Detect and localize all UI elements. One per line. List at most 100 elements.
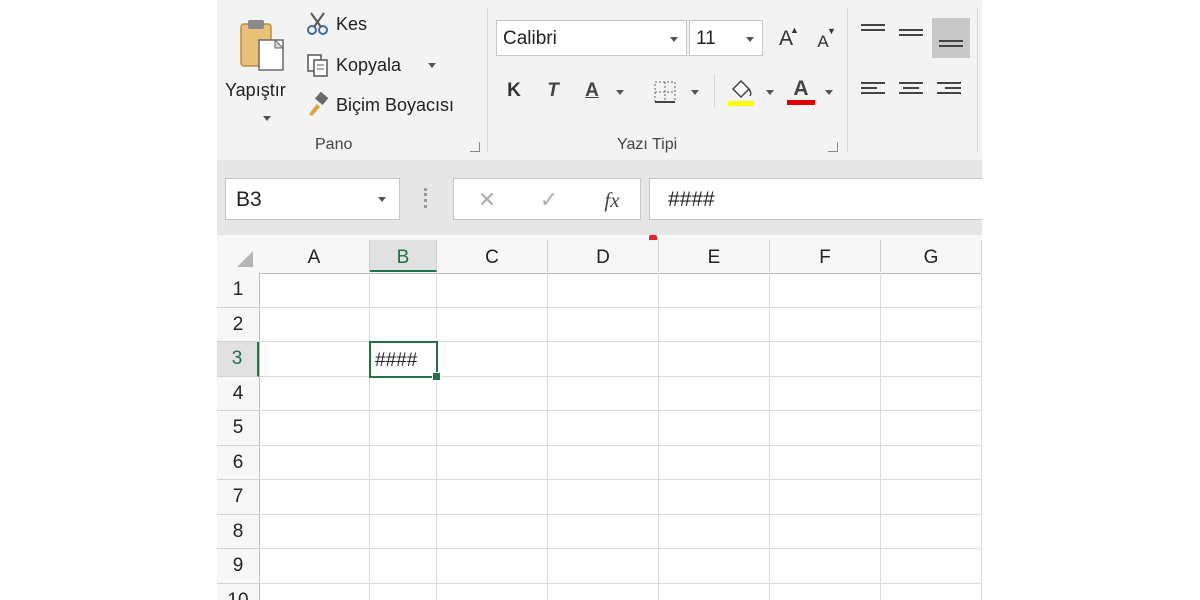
font-group-label: Yazı Tipi — [617, 136, 678, 153]
column-header-c[interactable]: C — [437, 240, 548, 272]
format-painter-button[interactable]: Biçim Boyacısı — [305, 90, 475, 120]
formula-input[interactable]: #### — [649, 178, 982, 220]
formula-input-value: #### — [668, 188, 715, 211]
gridline-horizontal — [259, 479, 982, 480]
clipboard-group-label: Pano — [315, 136, 353, 153]
formula-bar-grip-icon — [424, 188, 430, 208]
insert-function-label: fx — [604, 187, 620, 212]
italic-button[interactable]: T — [539, 76, 567, 106]
bold-button[interactable]: K — [500, 76, 528, 106]
row-header-1[interactable]: 1 — [217, 273, 259, 308]
copy-dropdown-icon[interactable] — [428, 63, 436, 68]
align-top-button[interactable] — [861, 18, 889, 48]
font-family-value: Calibri — [503, 28, 557, 49]
row-header-5[interactable]: 5 — [217, 411, 259, 446]
format-painter-icon — [309, 92, 329, 116]
underline-dropdown-icon[interactable] — [616, 90, 624, 95]
font-color-label: A — [793, 77, 809, 100]
row-header-6[interactable]: 6 — [217, 445, 259, 480]
column-header-e[interactable]: E — [659, 240, 770, 272]
selected-cell-value: #### — [375, 350, 418, 371]
row-header-7[interactable]: 7 — [217, 480, 259, 515]
fill-color-dropdown-icon[interactable] — [766, 90, 774, 95]
underline-button[interactable]: A — [577, 76, 607, 106]
insert-function-button[interactable]: fx — [594, 185, 630, 215]
column-header-b[interactable]: B — [370, 240, 437, 272]
gridline-horizontal — [259, 341, 982, 342]
gridline-vertical — [658, 273, 659, 600]
scissors-icon — [307, 12, 328, 35]
worksheet-grid: A B C D E F G 1 2 3 4 5 6 7 8 9 10 #### — [217, 235, 982, 600]
ribbon-divider-2 — [847, 8, 848, 152]
name-box-dropdown-icon[interactable] — [378, 197, 386, 202]
paste-icon — [240, 20, 285, 71]
gridline-horizontal — [259, 410, 982, 411]
gridline-horizontal — [259, 548, 982, 549]
select-all-button[interactable] — [217, 240, 260, 272]
font-dialog-launcher-icon[interactable] — [828, 142, 838, 152]
row-header-2[interactable]: 2 — [217, 307, 259, 342]
bold-label: K — [507, 80, 521, 101]
paste-label: Yapıştır — [225, 80, 286, 100]
gridline-vertical — [436, 273, 437, 600]
copy-button[interactable]: Kopyala — [305, 50, 445, 80]
formula-bar-area: B3 ✕ ✓ fx #### — [217, 160, 982, 235]
gridline-horizontal — [259, 513, 982, 515]
gridline-horizontal — [259, 444, 982, 446]
ribbon-divider — [487, 8, 488, 152]
gridline-vertical — [981, 273, 982, 600]
align-bottom-button[interactable] — [932, 18, 970, 58]
row-header-9[interactable]: 9 — [217, 549, 259, 584]
align-left-button[interactable] — [861, 78, 889, 108]
font-size-value: 11 — [696, 28, 716, 49]
cut-button[interactable]: Kes — [305, 10, 375, 40]
row-header-8[interactable]: 8 — [217, 514, 259, 549]
grow-font-caret-icon: ▲ — [790, 25, 799, 35]
row-header-3[interactable]: 3 — [217, 342, 259, 377]
ribbon-divider-3 — [977, 8, 978, 152]
name-box[interactable]: B3 — [225, 178, 400, 220]
gridline-horizontal — [259, 375, 982, 377]
align-center-button[interactable] — [899, 78, 927, 108]
ribbon-mini-divider — [714, 74, 715, 108]
column-header-a[interactable]: A — [259, 240, 370, 272]
gridline-horizontal — [259, 306, 982, 308]
copy-icon — [307, 54, 328, 77]
row-header-4[interactable]: 4 — [217, 376, 259, 411]
borders-dropdown-icon[interactable] — [691, 90, 699, 95]
column-header-f[interactable]: F — [770, 240, 881, 272]
cancel-entry-icon[interactable]: ✕ — [472, 185, 502, 215]
gridline-vertical — [369, 273, 370, 600]
italic-label: T — [547, 80, 559, 101]
column-header-d[interactable]: D — [548, 240, 659, 272]
row-header-10[interactable]: 10 — [217, 583, 259, 600]
font-color-swatch — [787, 100, 815, 105]
ribbon-home-tab: Yapıştır Kes Kopyala Biçim Boyacısı Pano… — [217, 0, 982, 160]
selected-cell[interactable]: #### — [369, 341, 441, 381]
formula-buttons: ✕ ✓ fx — [453, 178, 641, 220]
underline-label: A — [585, 80, 599, 101]
name-box-value: B3 — [236, 188, 262, 211]
font-family-dropdown-icon[interactable] — [670, 37, 678, 42]
shrink-font-button[interactable]: A ▼ — [808, 22, 838, 56]
borders-button[interactable] — [651, 78, 679, 106]
font-color-dropdown-icon[interactable] — [825, 90, 833, 95]
fill-color-button[interactable] — [725, 76, 757, 108]
gridline-vertical — [880, 273, 881, 600]
copy-label: Kopyala — [336, 55, 402, 75]
confirm-entry-icon[interactable]: ✓ — [534, 185, 564, 215]
excel-window: Yapıştır Kes Kopyala Biçim Boyacısı Pano… — [217, 0, 982, 600]
clipboard-dialog-launcher-icon[interactable] — [470, 142, 480, 152]
font-family-combo[interactable]: Calibri — [496, 20, 687, 56]
align-right-button[interactable] — [937, 78, 965, 108]
gridline-vertical — [547, 273, 548, 600]
column-header-g[interactable]: G — [881, 240, 982, 272]
fill-handle[interactable] — [432, 371, 441, 381]
font-color-button[interactable]: A — [785, 76, 817, 108]
font-size-combo[interactable]: 11 — [689, 20, 763, 56]
paste-dropdown-icon[interactable] — [263, 116, 271, 121]
align-middle-button[interactable] — [899, 18, 927, 48]
grow-font-button[interactable]: A ▲ — [771, 22, 801, 56]
paste-button[interactable]: Yapıştır — [225, 8, 301, 121]
font-size-dropdown-icon[interactable] — [746, 37, 754, 42]
